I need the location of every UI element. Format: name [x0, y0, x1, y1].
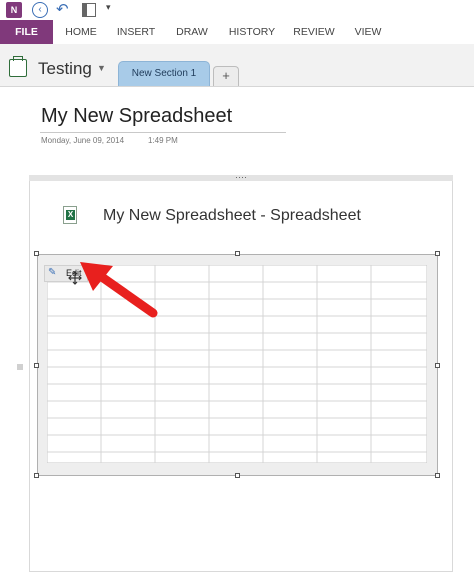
notebook-icon	[9, 56, 27, 77]
tab-file[interactable]: FILE	[0, 20, 53, 44]
paragraph-handle[interactable]	[17, 364, 23, 370]
tab-history[interactable]: HISTORY	[225, 20, 279, 44]
resize-handle-top-left[interactable]	[34, 251, 39, 256]
tab-view[interactable]: VIEW	[348, 20, 388, 44]
pencil-icon: ✎	[48, 267, 57, 278]
tab-draw[interactable]: DRAW	[170, 20, 214, 44]
tab-insert[interactable]: INSERT	[111, 20, 161, 44]
page-canvas[interactable]: My New Spreadsheet Monday, June 09, 2014…	[0, 87, 474, 572]
undo-icon[interactable]: ↶	[56, 0, 69, 18]
embedded-spreadsheet-title: My New Spreadsheet - Spreadsheet	[103, 207, 361, 224]
resize-handle-left[interactable]	[34, 363, 39, 368]
red-arrow-annotation-icon	[80, 262, 158, 318]
ribbon-tabs: FILE HOME INSERT DRAW HISTORY REVIEW VIE…	[0, 20, 474, 44]
onenote-logo-icon: N	[6, 2, 22, 18]
page-title[interactable]: My New Spreadsheet	[41, 105, 232, 128]
resize-handle-bottom-right[interactable]	[435, 473, 440, 478]
resize-handle-top-right[interactable]	[435, 251, 440, 256]
chevron-down-icon[interactable]: ▼	[97, 63, 106, 73]
notebook-name[interactable]: Testing	[38, 59, 92, 79]
excel-file-icon[interactable]	[63, 206, 77, 224]
customize-qat-icon[interactable]: ▾	[106, 2, 111, 13]
tab-home[interactable]: HOME	[56, 20, 106, 44]
resize-handle-bottom[interactable]	[235, 473, 240, 478]
quick-access-toolbar: N ‹ ↶ ▾	[0, 0, 474, 20]
notebook-bar: Testing ▼ New Section 1 +	[0, 44, 474, 87]
title-divider	[40, 132, 286, 133]
tab-review[interactable]: REVIEW	[290, 20, 338, 44]
section-tab-new-section-1[interactable]: New Section 1	[118, 61, 210, 86]
resize-handle-bottom-left[interactable]	[34, 473, 39, 478]
dock-to-desktop-icon[interactable]	[82, 3, 96, 17]
resize-handle-right[interactable]	[435, 363, 440, 368]
container-move-handle[interactable]: ····	[29, 173, 453, 182]
add-section-button[interactable]: +	[213, 66, 239, 86]
resize-handle-top[interactable]	[235, 251, 240, 256]
page-date: Monday, June 09, 2014	[41, 136, 125, 145]
back-icon[interactable]: ‹	[32, 2, 48, 18]
page-time: 1:49 PM	[148, 136, 178, 145]
